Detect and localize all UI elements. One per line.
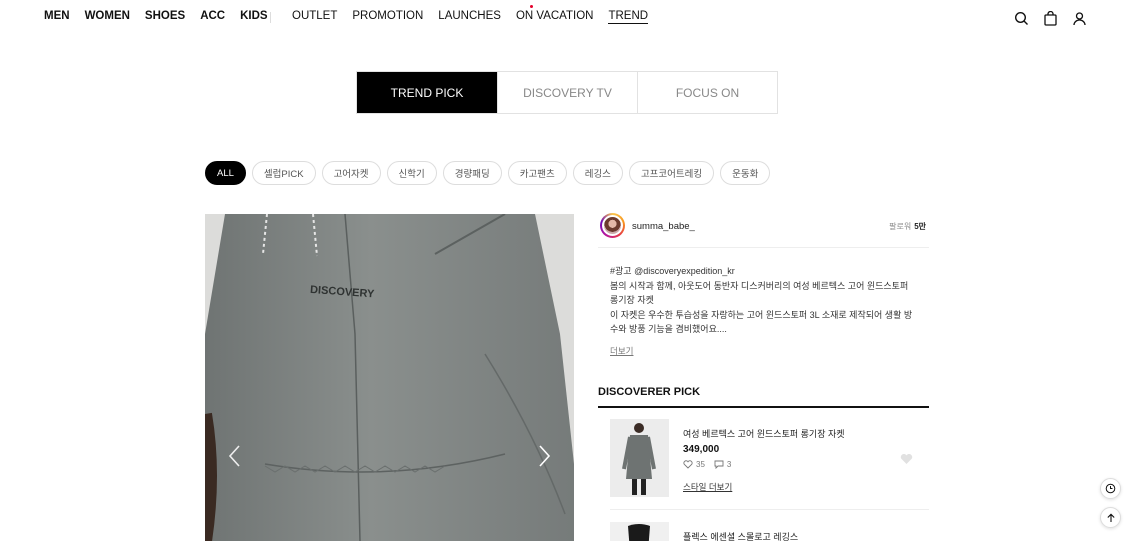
global-header: MEN WOMEN SHOES ACC KIDS OUTLET PROMOTIO… (0, 0, 1135, 36)
author-username[interactable]: summa_babe_ (632, 221, 695, 232)
product-item[interactable]: 플렉스 에센셜 스몰로고 레깅스 (610, 522, 929, 541)
wishlist-heart-icon[interactable] (900, 452, 913, 464)
jacket-photo: DISCOVERY (205, 214, 574, 541)
chip-gore-jacket[interactable]: 고어자켓 (321, 161, 381, 185)
header-utility-icons (1014, 10, 1087, 26)
tab-focus-on[interactable]: FOCUS ON (637, 72, 777, 113)
product-price: 349,000 (683, 444, 720, 455)
carousel-next-icon[interactable] (536, 444, 552, 468)
tab-discovery-tv[interactable]: DISCOVERY TV (497, 72, 637, 113)
scroll-top-button[interactable] (1100, 507, 1121, 528)
post-image-carousel[interactable]: DISCOVERY (205, 214, 574, 541)
content-tabs: TREND PICK DISCOVERY TV FOCUS ON (356, 71, 778, 114)
search-icon[interactable] (1014, 11, 1029, 26)
caption-line: 롱기장 자켓 (610, 295, 654, 305)
nav-on-vacation[interactable]: ON VACATION (516, 10, 594, 24)
product-item[interactable]: 여성 베르텍스 고어 윈드스토퍼 롱기장 자켓 349,000 35 3 스타일… (610, 419, 929, 510)
chip-cargo-pants[interactable]: 카고팬츠 (507, 161, 567, 185)
nav-trend[interactable]: TREND (608, 10, 649, 24)
shopping-bag-icon[interactable] (1043, 10, 1058, 26)
caption-line: #광고 @discoveryexpedition_kr (610, 266, 735, 276)
nav-outlet[interactable]: OUTLET (292, 10, 337, 24)
post-author-row: summa_babe_ 팔로워 5만 (598, 211, 929, 248)
caption-line: 수와 방풍 기능을 겸비했어요.... (610, 324, 727, 334)
nav-launches[interactable]: LAUNCHES (438, 10, 501, 24)
caption-line: 이 자켓은 우수한 투습성을 자랑하는 고어 윈드스토퍼 3L 소재로 제작되어… (610, 309, 913, 320)
nav-shoes[interactable]: SHOES (145, 10, 185, 22)
tab-trend-pick[interactable]: TREND PICK (357, 72, 497, 113)
product-stats: 35 3 (683, 460, 731, 469)
avatar[interactable] (600, 213, 625, 238)
nav-men[interactable]: MEN (44, 10, 70, 22)
product-thumbnail[interactable] (610, 419, 669, 497)
follower-label: 팔로워 (889, 222, 912, 231)
chip-celeb-pick[interactable]: 셀럽PICK (251, 161, 316, 185)
clock-icon (1105, 483, 1116, 494)
follower-count: 팔로워 5만 (889, 221, 926, 232)
nav-acc[interactable]: ACC (200, 10, 225, 22)
like-stat: 35 (683, 460, 705, 469)
post-caption: #광고 @discoveryexpedition_kr 봄의 시작과 함께, 아… (610, 264, 920, 337)
product-thumbnail[interactable] (610, 522, 669, 541)
chip-light-padding[interactable]: 경량패딩 (442, 161, 502, 185)
follower-value: 5만 (914, 222, 926, 231)
carousel-prev-icon[interactable] (227, 444, 243, 468)
style-more-link[interactable]: 스타일 더보기 (683, 481, 732, 493)
chip-sneakers[interactable]: 운동화 (720, 161, 771, 185)
caption-line: 봄의 시작과 함께, 아웃도어 동반자 디스커버리의 여성 베르텍스 고어 윈드… (610, 280, 909, 291)
nav-kids[interactable]: KIDS (240, 10, 267, 22)
category-filter-chips: ALL 셀럽PICK 고어자켓 신학기 경량패딩 카고팬츠 레깅스 고프코어트레… (205, 161, 771, 185)
product-name[interactable]: 여성 베르텍스 고어 윈드스토퍼 롱기장 자켓 (683, 427, 845, 440)
chip-leggings[interactable]: 레깅스 (572, 161, 623, 185)
nav-divider (270, 12, 271, 23)
caption-more-link[interactable]: 더보기 (610, 345, 633, 357)
nav-women[interactable]: WOMEN (85, 10, 130, 22)
nav-promotion[interactable]: PROMOTION (352, 10, 423, 24)
new-badge-dot (530, 5, 533, 8)
like-count: 35 (696, 460, 705, 469)
secondary-nav: OUTLET PROMOTION LAUNCHES ON VACATION TR… (292, 10, 649, 24)
comment-count: 3 (726, 460, 732, 469)
chip-new-semester[interactable]: 신학기 (386, 161, 437, 185)
chip-gorpcore-trekking[interactable]: 고프코어트레킹 (628, 161, 715, 185)
user-icon[interactable] (1072, 11, 1087, 26)
comment-stat: 3 (714, 460, 731, 469)
primary-nav: MEN WOMEN SHOES ACC KIDS (44, 10, 268, 22)
discoverer-pick-title: DISCOVERER PICK (598, 386, 929, 408)
comment-icon (714, 460, 724, 469)
heart-outline-icon (683, 460, 693, 469)
chip-all[interactable]: ALL (205, 161, 246, 185)
arrow-up-icon (1106, 513, 1115, 522)
recent-view-button[interactable] (1100, 478, 1121, 499)
product-name[interactable]: 플렉스 에센셜 스몰로고 레깅스 (683, 530, 798, 541)
